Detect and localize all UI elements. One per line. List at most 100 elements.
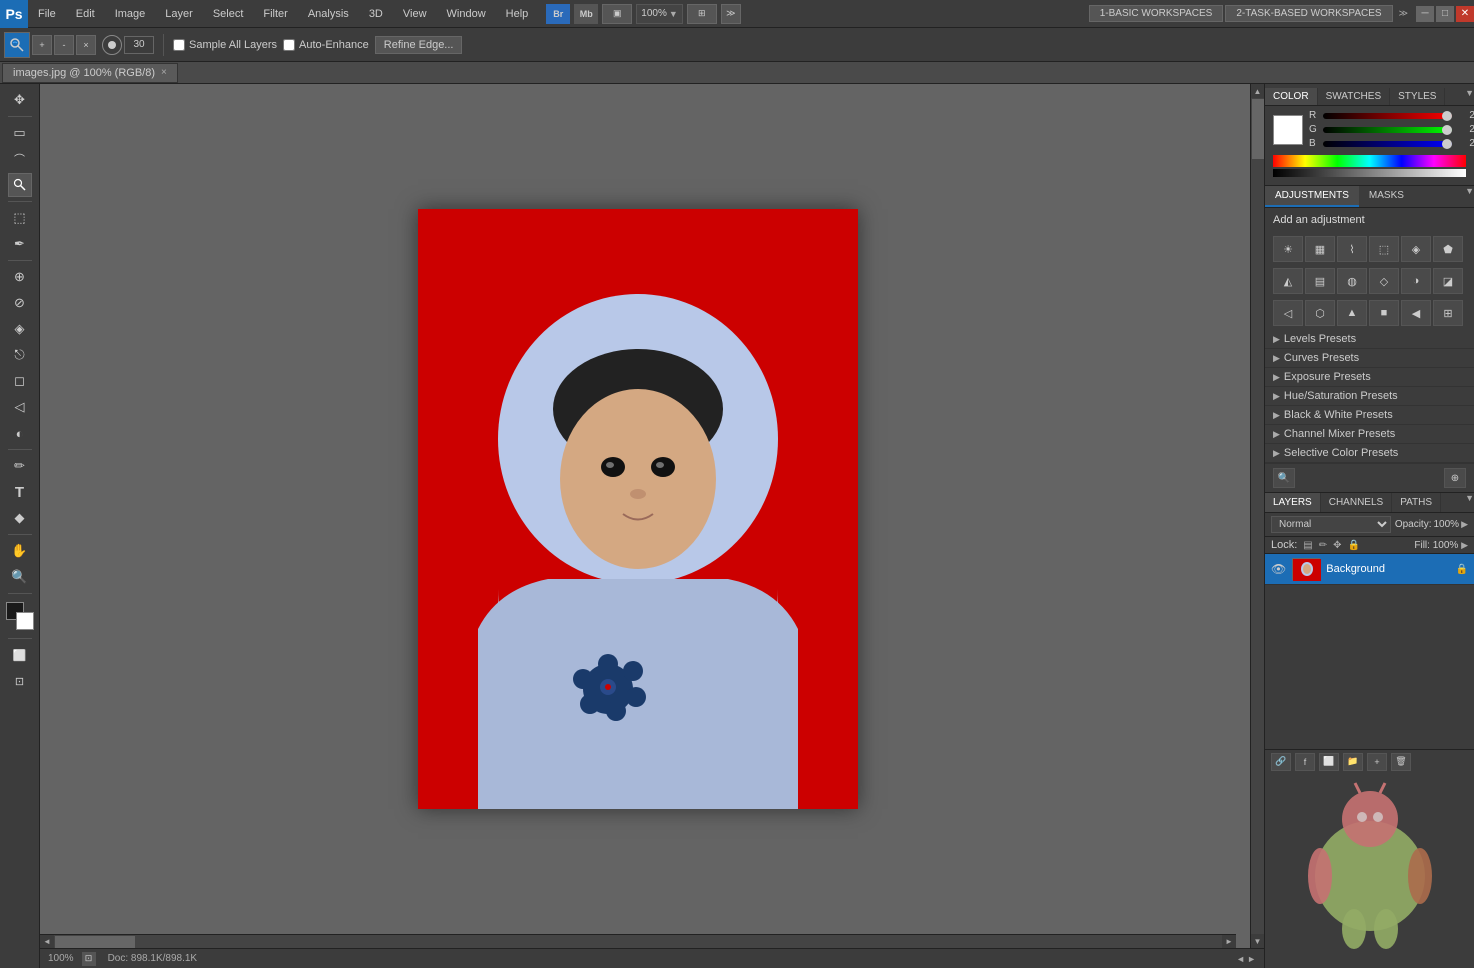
marquee-rect-tool[interactable]: ▭ (8, 121, 32, 145)
bw-btn[interactable]: ▤ (1305, 268, 1335, 294)
invert-btn[interactable]: ◑ (1401, 268, 1431, 294)
crop-tool[interactable]: ⬚ (8, 206, 32, 230)
tab-styles[interactable]: STYLES (1390, 88, 1445, 105)
pen-tool[interactable]: ✏ (8, 454, 32, 478)
adj-camera-btn[interactable]: ⊕ (1444, 468, 1466, 488)
quick-select-tool[interactable] (4, 32, 30, 58)
new-group-btn[interactable]: 📁 (1343, 753, 1363, 771)
selective-color-btn[interactable]: ⬡ (1305, 300, 1335, 326)
fill-arrow[interactable]: ▶ (1461, 540, 1468, 550)
menu-analysis[interactable]: Analysis (298, 0, 359, 27)
exposure-presets-row[interactable]: ▶ Exposure Presets (1265, 368, 1474, 387)
basic-workspace-btn[interactable]: 1-BASIC WORKSPACES (1089, 5, 1224, 22)
tab-channels[interactable]: CHANNELS (1321, 493, 1392, 512)
levels-presets-row[interactable]: ▶ Levels Presets (1265, 330, 1474, 349)
adj-panel-collapse[interactable]: ▼ (1465, 186, 1474, 207)
brush-preview[interactable] (102, 35, 122, 55)
canvas-area[interactable]: ◄ ► (40, 84, 1250, 948)
color-preview[interactable] (1273, 115, 1303, 145)
auto-enhance-checkbox[interactable] (283, 39, 295, 51)
tab-swatches[interactable]: SWATCHES (1318, 88, 1391, 105)
screen-mode-toggle[interactable]: ⊡ (8, 669, 32, 693)
menu-file[interactable]: File (28, 0, 66, 27)
solid-color-btn[interactable]: ■ (1369, 300, 1399, 326)
minibridge-btn[interactable]: Mb (574, 4, 598, 24)
shape-tool[interactable]: ◆ (8, 506, 32, 530)
text-tool[interactable]: T (8, 480, 32, 504)
color-swatches[interactable] (6, 602, 34, 630)
scroll-left-arrow[interactable]: ◄ (40, 935, 54, 949)
v-scroll-track[interactable] (1251, 98, 1265, 934)
layers-panel-collapse[interactable]: ▼ (1465, 493, 1474, 512)
menu-help[interactable]: Help (496, 0, 539, 27)
extras-btn[interactable]: ≫ (721, 4, 741, 24)
brush-size-input[interactable]: 30 (124, 36, 154, 54)
pattern-fill-btn[interactable]: ⊞ (1433, 300, 1463, 326)
quick-select-tool-panel[interactable] (8, 173, 32, 197)
arrange-btn[interactable]: ▣ (602, 4, 632, 24)
selective-color-presets-row[interactable]: ▶ Selective Color Presets (1265, 444, 1474, 463)
eraser-tool[interactable]: ◻ (8, 369, 32, 393)
channel-mixer-btn[interactable]: ◇ (1369, 268, 1399, 294)
add-layer-style-btn[interactable]: f (1295, 753, 1315, 771)
refine-edge-button[interactable]: Refine Edge... (375, 36, 463, 54)
adj-clip-btn[interactable]: 🔍 (1273, 468, 1295, 488)
screen-mode-btn[interactable]: ⊞ (687, 4, 717, 24)
color-panel-collapse[interactable]: ▼ (1465, 88, 1474, 105)
gradient-tool[interactable]: ◁ (8, 395, 32, 419)
r-slider[interactable] (1323, 113, 1452, 119)
h-scroll-track[interactable] (54, 935, 1222, 949)
gradient-fill-btn[interactable]: ◀ (1401, 300, 1431, 326)
scroll-up-arrow[interactable]: ▲ (1251, 84, 1265, 98)
add-to-selection[interactable]: + (32, 35, 52, 55)
hue-sat-presets-row[interactable]: ▶ Hue/Saturation Presets (1265, 387, 1474, 406)
levels-btn[interactable]: ▦ (1305, 236, 1335, 262)
b-slider[interactable] (1323, 141, 1452, 147)
lock-all-btn[interactable]: 🔒 (1348, 540, 1360, 551)
tab-close-button[interactable]: × (161, 67, 167, 78)
menu-edit[interactable]: Edit (66, 0, 105, 27)
prev-arrow[interactable]: ◄ (1236, 954, 1245, 964)
eyedropper-tool[interactable]: ✒ (8, 232, 32, 256)
menu-filter[interactable]: Filter (253, 0, 297, 27)
color-spectrum-bar[interactable] (1273, 155, 1466, 167)
gradient-map-btn[interactable]: ◁ (1273, 300, 1303, 326)
channel-mixer-presets-row[interactable]: ▶ Channel Mixer Presets (1265, 425, 1474, 444)
fill-value[interactable]: 100% (1433, 540, 1459, 551)
tab-layers[interactable]: LAYERS (1265, 493, 1321, 512)
menu-3d[interactable]: 3D (359, 0, 393, 27)
link-layers-btn[interactable]: 🔗 (1271, 753, 1291, 771)
table-row[interactable]: 👁 Background 🔒 (1265, 554, 1474, 585)
hue-sat-btn[interactable]: ⬟ (1433, 236, 1463, 262)
v-scroll-thumb[interactable] (1252, 99, 1264, 159)
lasso-tool[interactable]: ⌒ (8, 147, 32, 171)
tab-adjustments[interactable]: ADJUSTMENTS (1265, 186, 1359, 207)
posterize-btn[interactable]: ◪ (1433, 268, 1463, 294)
menu-image[interactable]: Image (105, 0, 156, 27)
hand-tool[interactable]: ✋ (8, 539, 32, 563)
exposure-btn[interactable]: ⬚ (1369, 236, 1399, 262)
new-layer-btn[interactable]: + (1367, 753, 1387, 771)
menu-select[interactable]: Select (203, 0, 254, 27)
color-balance-btn[interactable]: ◭ (1273, 268, 1303, 294)
scroll-right-arrow[interactable]: ► (1222, 935, 1236, 949)
bw-presets-row[interactable]: ▶ Black & White Presets (1265, 406, 1474, 425)
vertical-scrollbar[interactable]: ▲ ▼ (1250, 84, 1264, 948)
tab-masks[interactable]: MASKS (1359, 186, 1414, 207)
h-scroll-thumb[interactable] (55, 936, 135, 948)
document-tab[interactable]: images.jpg @ 100% (RGB/8) × (2, 63, 178, 83)
background-color[interactable] (16, 612, 34, 630)
curves-btn[interactable]: ⌇ (1337, 236, 1367, 262)
lock-position-btn[interactable]: ✥ (1333, 540, 1341, 551)
photofilter-btn[interactable]: ◍ (1337, 268, 1367, 294)
threshold-btn[interactable]: ▲ (1337, 300, 1367, 326)
opacity-value[interactable]: 100% (1434, 519, 1460, 530)
delete-layer-btn[interactable]: 🗑 (1391, 753, 1411, 771)
menu-layer[interactable]: Layer (155, 0, 203, 27)
vibrance-btn[interactable]: ◈ (1401, 236, 1431, 262)
dodge-tool[interactable]: ◐ (8, 421, 32, 445)
brush-tool[interactable]: ⊘ (8, 291, 32, 315)
lock-transparent-btn[interactable]: ▤ (1303, 540, 1312, 551)
curves-presets-row[interactable]: ▶ Curves Presets (1265, 349, 1474, 368)
g-slider[interactable] (1323, 127, 1452, 133)
